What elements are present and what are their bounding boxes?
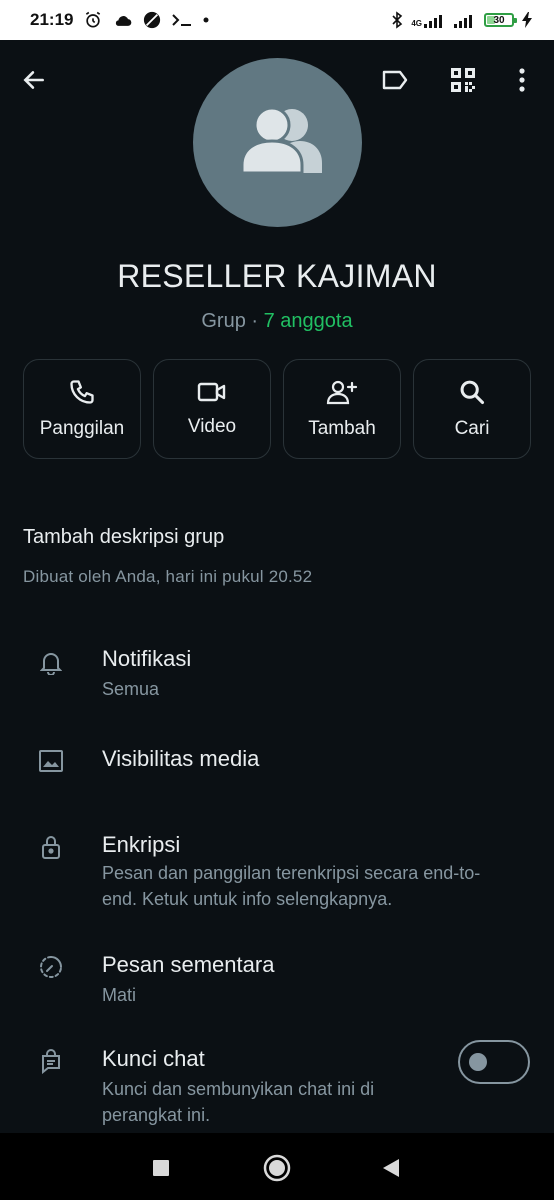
image-icon — [36, 746, 66, 776]
created-info: Dibuat oleh Anda, hari ini pukul 20.52 — [23, 567, 313, 586]
encryption-title: Enkripsi — [102, 832, 181, 857]
chat-lock-icon — [36, 1046, 66, 1076]
group-members-count[interactable]: 7 anggota — [264, 310, 353, 332]
add-person-icon — [326, 380, 358, 405]
call-label: Panggilan — [39, 418, 125, 439]
search-label: Cari — [454, 418, 490, 439]
lock-icon — [36, 832, 66, 862]
chat-lock-title: Kunci chat — [102, 1046, 205, 1071]
disappearing-messages-row[interactable]: Pesan sementara Mati — [0, 942, 554, 1018]
toggle-knob — [469, 1053, 487, 1071]
chat-lock-description: Kunci dan sembunyikan chat ini di perang… — [102, 1079, 375, 1125]
group-type: Grup — [201, 310, 246, 332]
dot-icon — [203, 17, 209, 23]
timer-icon — [36, 952, 66, 982]
meta-separator: · — [245, 310, 264, 332]
video-label: Video — [187, 416, 237, 437]
notifications-row[interactable]: Notifikasi Semua — [0, 636, 554, 712]
group-avatar[interactable] — [193, 58, 362, 227]
add-description-link[interactable]: Tambah deskripsi grup — [23, 526, 224, 549]
status-bar: 21:19 4G 30 — [0, 0, 554, 40]
notifications-title: Notifikasi — [102, 646, 192, 671]
label-icon — [382, 70, 408, 90]
call-button[interactable]: Panggilan — [23, 359, 141, 459]
media-visibility-title: Visibilitas media — [102, 746, 260, 771]
add-member-button[interactable]: Tambah — [283, 359, 401, 459]
chat-lock-toggle[interactable] — [458, 1040, 530, 1084]
more-vert-icon — [519, 68, 525, 92]
disappearing-messages-value: Mati — [102, 985, 137, 1005]
circle-icon — [263, 1154, 291, 1182]
triangle-back-icon — [383, 1159, 399, 1177]
charging-icon — [522, 12, 532, 28]
group-name: RESELLER KAJIMAN — [117, 258, 437, 294]
home-button[interactable] — [262, 1153, 292, 1183]
arrow-back-icon — [23, 71, 44, 89]
label-button[interactable] — [375, 60, 415, 100]
system-nav-bar — [0, 1133, 554, 1200]
add-member-label: Tambah — [308, 418, 376, 439]
video-button[interactable]: Video — [153, 359, 271, 459]
recents-button[interactable] — [146, 1153, 176, 1183]
search-icon — [460, 380, 485, 405]
blocked-icon — [143, 11, 161, 29]
square-icon — [153, 1160, 169, 1176]
cloud-icon — [113, 12, 133, 28]
group-people-icon — [240, 106, 322, 174]
status-bar-left: 21:19 — [30, 10, 209, 30]
signal-4g-icon: 4G — [411, 12, 446, 28]
action-buttons: Panggilan Video Tambah Cari — [23, 359, 531, 459]
alarm-icon — [83, 10, 103, 30]
encryption-row[interactable]: Enkripsi Pesan dan panggilan terenkripsi… — [0, 822, 554, 922]
search-button[interactable]: Cari — [413, 359, 531, 459]
group-meta: Grup · 7 anggota — [0, 310, 554, 333]
video-icon — [197, 382, 226, 402]
battery-icon: 30 — [484, 13, 517, 27]
media-visibility-row[interactable]: Visibilitas media — [0, 736, 554, 786]
bell-icon — [36, 648, 66, 678]
bluetooth-icon — [391, 11, 403, 29]
qr-code-button[interactable] — [443, 60, 483, 100]
terminal-icon — [171, 13, 193, 27]
status-bar-right: 4G 30 — [391, 11, 532, 29]
encryption-description: Pesan dan panggilan terenkripsi secara e… — [102, 863, 481, 909]
more-options-button[interactable] — [502, 60, 542, 100]
phone-icon — [70, 380, 94, 404]
back-nav-button[interactable] — [376, 1153, 406, 1183]
clock: 21:19 — [30, 10, 74, 29]
battery-level: 30 — [493, 14, 505, 26]
back-button[interactable] — [14, 60, 54, 100]
signal-icon — [454, 12, 476, 28]
qr-code-icon — [451, 68, 475, 92]
notifications-value: Semua — [102, 679, 160, 699]
disappearing-messages-title: Pesan sementara — [102, 952, 275, 977]
